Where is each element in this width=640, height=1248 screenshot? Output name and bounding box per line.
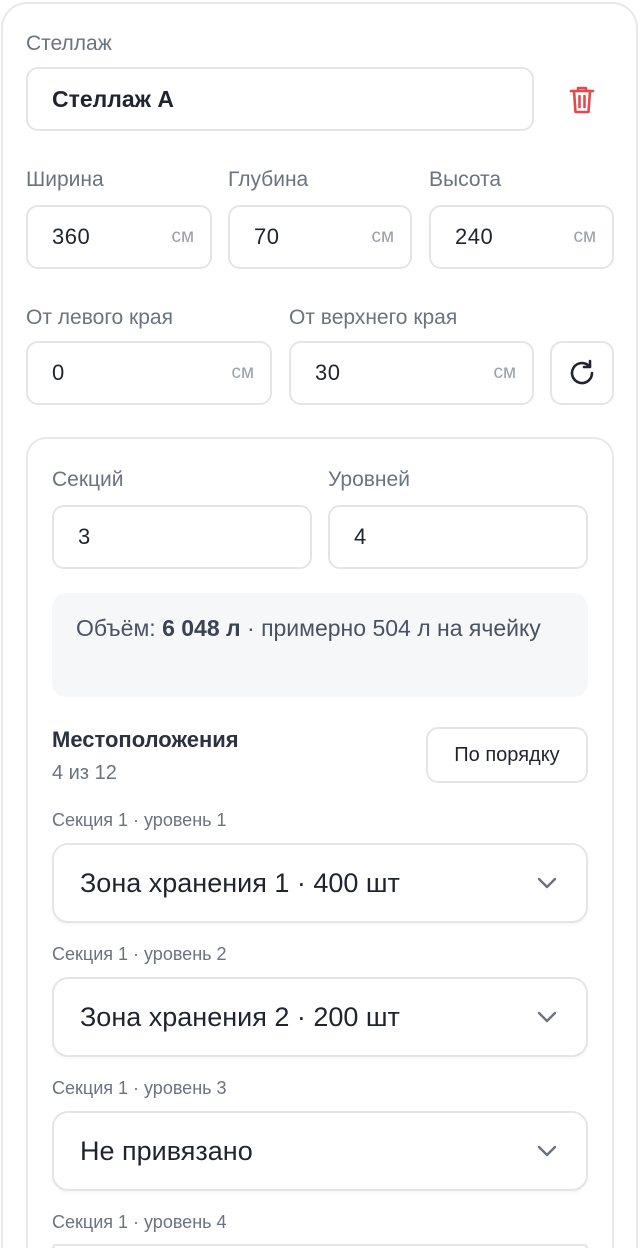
- slot-value: Зона хранения 2 · 200 шт: [80, 1001, 400, 1032]
- order-button[interactable]: По порядку: [426, 727, 588, 783]
- height-value: 240: [455, 224, 494, 249]
- locations-title: Местоположения: [52, 727, 239, 752]
- rotate-icon: [570, 359, 594, 385]
- delete-rack-button[interactable]: [560, 80, 604, 120]
- top-offset-value: 30: [315, 360, 341, 385]
- width-value: 360: [52, 224, 91, 249]
- sections-label: Секций: [52, 468, 124, 491]
- chevron-down-icon: [537, 1011, 557, 1023]
- slot-label: Секция 1 · уровень 3: [52, 1078, 227, 1098]
- left-offset-input[interactable]: 0 см: [26, 341, 272, 405]
- slot-select[interactable]: Не привязано: [52, 1111, 588, 1191]
- slot-value: Зона хранения 1 · 400 шт: [80, 867, 400, 898]
- rack-name-input[interactable]: Стеллаж А: [26, 67, 534, 131]
- rack-label: Стеллаж: [26, 32, 112, 55]
- slot-label: Секция 1 · уровень 2: [52, 944, 227, 964]
- volume-info: Объём: 6 048 л · примерно 504 л на ячейк…: [52, 593, 588, 697]
- slot-label: Секция 1 · уровень 4: [52, 1212, 227, 1232]
- sections-value: 3: [78, 524, 91, 549]
- left-offset-value: 0: [52, 360, 65, 385]
- left-offset-label: От левого края: [26, 306, 173, 329]
- slot-value: Не привязано: [80, 1135, 253, 1166]
- reset-position-button[interactable]: [550, 341, 614, 405]
- trash-icon: [569, 86, 595, 114]
- depth-input[interactable]: 70 см: [228, 205, 412, 269]
- depth-value: 70: [254, 224, 280, 249]
- volume-suffix: · примерно 504 л на ячейку: [247, 615, 541, 641]
- top-offset-unit: см: [493, 362, 516, 383]
- height-label: Высота: [429, 168, 502, 191]
- rack-name-value: Стеллаж А: [52, 85, 174, 112]
- chevron-down-icon: [537, 1145, 557, 1157]
- locations-count: 4 из 12: [52, 762, 117, 784]
- depth-label: Глубина: [228, 168, 309, 191]
- volume-prefix: Объём:: [76, 615, 156, 641]
- levels-input[interactable]: 4: [328, 505, 588, 569]
- chevron-down-icon: [537, 877, 557, 889]
- volume-total: 6 048 л: [162, 615, 241, 641]
- width-unit: см: [171, 226, 194, 247]
- top-offset-label: От верхнего края: [289, 306, 458, 329]
- sections-input[interactable]: 3: [52, 505, 312, 569]
- depth-unit: см: [371, 226, 394, 247]
- left-offset-unit: см: [231, 362, 254, 383]
- width-input[interactable]: 360 см: [26, 205, 212, 269]
- height-unit: см: [573, 226, 596, 247]
- width-label: Ширина: [26, 168, 104, 191]
- levels-value: 4: [354, 524, 367, 549]
- levels-label: Уровней: [328, 468, 410, 491]
- slot-select[interactable]: [52, 1244, 588, 1248]
- top-offset-input[interactable]: 30 см: [289, 341, 534, 405]
- slot-select[interactable]: Зона хранения 1 · 400 шт: [52, 843, 588, 923]
- slot-label: Секция 1 · уровень 1: [52, 810, 227, 830]
- height-input[interactable]: 240 см: [429, 205, 614, 269]
- slot-select[interactable]: Зона хранения 2 · 200 шт: [52, 977, 588, 1057]
